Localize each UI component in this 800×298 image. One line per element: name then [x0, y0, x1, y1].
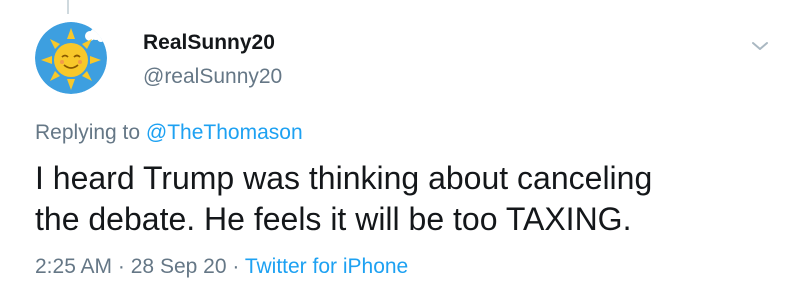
- user-handle[interactable]: @realSunny20: [143, 64, 282, 90]
- tweet-text-line: I heard Trump was thinking about canceli…: [35, 160, 653, 196]
- display-name[interactable]: RealSunny20: [143, 30, 282, 56]
- chevron-down-icon: [752, 42, 768, 50]
- tweet-card: RealSunny20 @realSunny20 Replying to @Th…: [0, 0, 800, 298]
- tweet-metadata: 2:25 AM · 28 Sep 20 · Twitter for iPhone: [35, 254, 408, 280]
- replying-to-label: Replying to: [35, 121, 141, 144]
- sun-face-avatar-icon: [35, 22, 107, 94]
- tweet-text: I heard Trump was thinking about canceli…: [35, 158, 775, 240]
- reply-mention-link[interactable]: @TheThomason: [146, 121, 303, 144]
- tweet-menu-button[interactable]: [750, 38, 770, 54]
- meta-separator: ·: [117, 255, 125, 278]
- replying-to: Replying to @TheThomason: [35, 120, 303, 146]
- tweet-date[interactable]: 28 Sep 20: [131, 255, 227, 278]
- author-info: RealSunny20 @realSunny20: [143, 30, 282, 90]
- tweet-time[interactable]: 2:25 AM: [35, 255, 112, 278]
- tweet-source-link[interactable]: Twitter for iPhone: [245, 255, 408, 278]
- meta-separator: ·: [232, 255, 240, 278]
- tweet-text-line: the debate. He feels it will be too TAXI…: [35, 201, 632, 237]
- avatar[interactable]: [35, 22, 107, 94]
- thread-connector-line: [67, 0, 69, 14]
